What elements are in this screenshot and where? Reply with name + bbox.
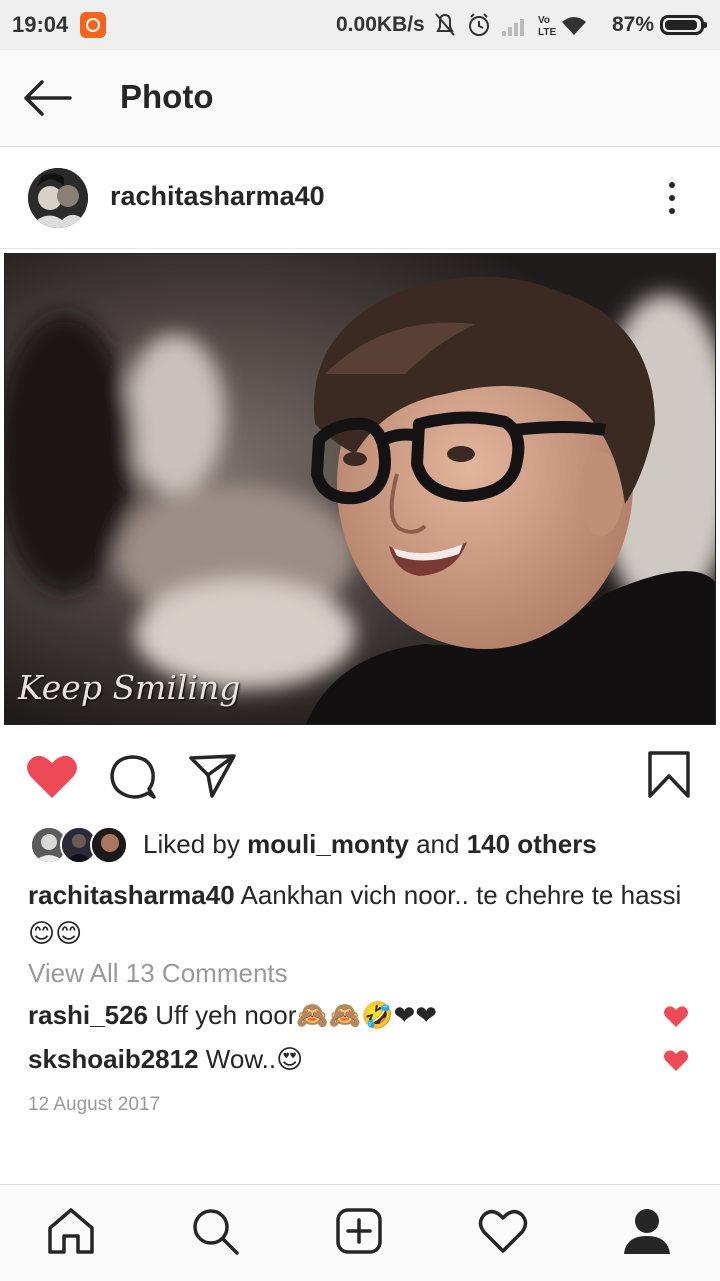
like-heart-icon[interactable] [26,754,78,800]
comment-like-heart-icon[interactable] [664,1006,688,1028]
caption-username[interactable]: rachitasharma40 [28,880,235,910]
comment-icon[interactable] [108,753,158,801]
post-photo[interactable] [4,253,716,725]
save-bookmark-icon[interactable] [646,750,692,800]
signal-icon [502,19,524,36]
liker-avatars[interactable] [30,826,130,864]
post-username[interactable]: rachitasharma40 [110,181,325,212]
app-notification-icon [80,12,106,38]
comment-item: rashi_526 Uff yeh noor🙈🙈🤣❤❤ [28,1000,437,1031]
status-time: 19:04 [12,12,69,37]
activity-heart-icon[interactable] [478,1206,528,1256]
network-speed: 0.00KB/s [336,13,425,36]
comment-text: Wow..😍 [198,1044,304,1074]
search-icon[interactable] [190,1206,240,1256]
likes-prefix: Liked by [143,829,248,859]
svg-text:Vo: Vo [538,15,550,26]
likes-others[interactable]: 140 others [467,829,597,859]
volte-lte-icon: Vo LTE [538,15,556,38]
comment-like-heart-icon[interactable] [664,1050,688,1072]
post-date: 12 August 2017 [28,1094,161,1115]
comment-username[interactable]: skshoaib2812 [28,1044,199,1074]
post-caption: rachitasharma40 Aankhan vich noor.. te c… [28,876,688,952]
likes-summary[interactable]: Liked by mouli_monty and 140 others [143,829,597,860]
comment-text: Uff yeh noor🙈🙈🤣❤❤ [147,1000,438,1030]
top-header [0,50,720,147]
wifi-icon [562,17,586,35]
view-all-comments-link[interactable]: View All 13 Comments [28,958,288,989]
more-options-icon[interactable] [662,180,682,216]
page-title: Photo [120,78,214,115]
back-arrow-icon[interactable] [22,80,74,116]
svg-text:LTE: LTE [538,27,556,38]
liker-avatar [90,826,128,864]
profile-icon[interactable] [622,1206,672,1256]
avatar[interactable] [28,168,88,228]
battery-percent: 87% [612,13,655,36]
share-icon[interactable] [188,753,238,799]
photo-overlay-text: Keep Smiling [18,668,241,707]
divider [0,248,720,249]
status-icons: Vo LTE [435,13,586,38]
alarm-icon [469,13,489,36]
comment-username[interactable]: rashi_526 [28,1000,148,1030]
likes-middle: and [408,829,467,859]
liker-username[interactable]: mouli_monty [247,829,409,859]
add-post-icon[interactable] [334,1206,384,1256]
home-icon[interactable] [46,1206,96,1256]
comment-item: skshoaib2812 Wow..😍 [28,1044,303,1075]
mute-bell-icon [435,13,455,36]
battery-icon [660,15,707,35]
